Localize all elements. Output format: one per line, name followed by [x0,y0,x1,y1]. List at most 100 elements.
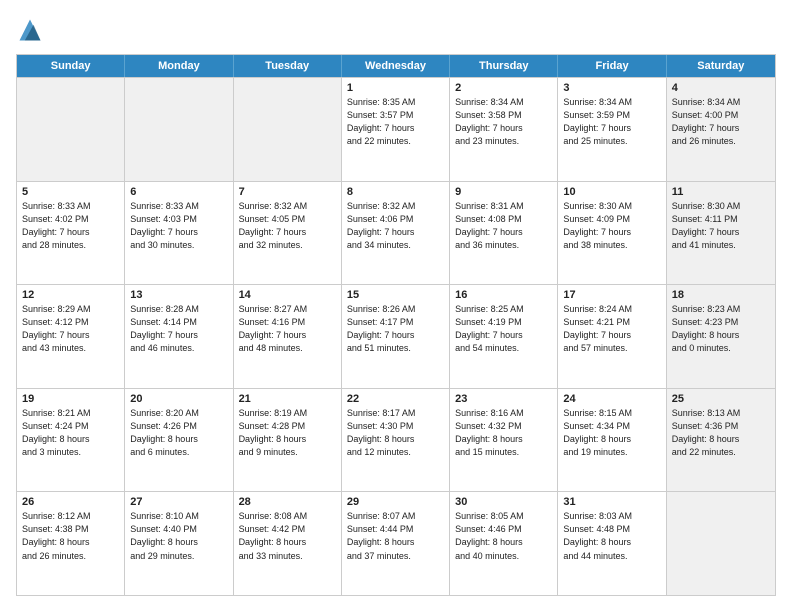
day-cell-30: 30 Sunrise: 8:05 AM Sunset: 4:46 PM Dayli… [450,492,558,595]
cell-info: Sunrise: 8:10 AM Sunset: 4:40 PM Dayligh… [130,510,227,562]
week-row-2: 5 Sunrise: 8:33 AM Sunset: 4:02 PM Daylig… [17,181,775,285]
day-cell-19: 19Sunrise: 8:21 AM Sunset: 4:24 PM Dayli… [17,389,125,492]
week-row-3: 12 Sunrise: 8:29 AM Sunset: 4:12 PM Dayli… [17,284,775,388]
day-cell-14: 14 Sunrise: 8:27 AM Sunset: 4:16 PM Dayli… [234,285,342,388]
day-number: 3 [563,82,660,94]
day-number: 14 [239,289,336,301]
day-cell-26: 26 Sunrise: 8:12 AM Sunset: 4:38 PM Dayli… [17,492,125,595]
cell-info: Sunrise: 8:15 AM Sunset: 4:34 PM Dayligh… [563,407,660,459]
day-number: 21 [239,393,336,405]
day-number: 17 [563,289,660,301]
day-number: 22 [347,393,444,405]
day-number: 2 [455,82,552,94]
cell-info: Sunrise: 8:34 AM Sunset: 3:58 PM Dayligh… [455,96,552,148]
cell-info: Sunrise: 8:25 AM Sunset: 4:19 PM Dayligh… [455,303,552,355]
day-cell-4: 4 Sunrise: 8:34 AM Sunset: 4:00 PM Daylig… [667,78,775,181]
day-number: 1 [347,82,444,94]
header [16,16,776,44]
cell-info: Sunrise: 8:03 AM Sunset: 4:48 PM Dayligh… [563,510,660,562]
cell-info: Sunrise: 8:35 AM Sunset: 3:57 PM Dayligh… [347,96,444,148]
day-cell-27: 27 Sunrise: 8:10 AM Sunset: 4:40 PM Dayli… [125,492,233,595]
day-cell-6: 6Sunrise: 8:33 AM Sunset: 4:03 PM Daylig… [125,182,233,285]
day-cell-20: 20 Sunrise: 8:20 AM Sunset: 4:26 PM Dayli… [125,389,233,492]
day-cell-17: 17 Sunrise: 8:24 AM Sunset: 4:21 PM Dayli… [558,285,666,388]
day-cell-5: 5 Sunrise: 8:33 AM Sunset: 4:02 PM Daylig… [17,182,125,285]
day-number: 31 [563,496,660,508]
cell-info: Sunrise: 8:20 AM Sunset: 4:26 PM Dayligh… [130,407,227,459]
day-cell-21: 21 Sunrise: 8:19 AM Sunset: 4:28 PM Dayli… [234,389,342,492]
cell-info: Sunrise: 8:27 AM Sunset: 4:16 PM Dayligh… [239,303,336,355]
day-cell-24: 24Sunrise: 8:15 AM Sunset: 4:34 PM Dayli… [558,389,666,492]
header-day-thursday: Thursday [450,55,558,77]
empty-cell [17,78,125,181]
header-day-sunday: Sunday [17,55,125,77]
header-day-friday: Friday [558,55,666,77]
day-cell-8: 8 Sunrise: 8:32 AM Sunset: 4:06 PM Daylig… [342,182,450,285]
day-number: 5 [22,186,119,198]
header-day-monday: Monday [125,55,233,77]
calendar-body: 1 Sunrise: 8:35 AM Sunset: 3:57 PM Daylig… [17,77,775,595]
day-number: 8 [347,186,444,198]
header-day-saturday: Saturday [667,55,775,77]
day-number: 15 [347,289,444,301]
cell-info: Sunrise: 8:30 AM Sunset: 4:11 PM Dayligh… [672,200,770,252]
day-cell-9: 9 Sunrise: 8:31 AM Sunset: 4:08 PM Daylig… [450,182,558,285]
day-number: 26 [22,496,119,508]
day-cell-16: 16 Sunrise: 8:25 AM Sunset: 4:19 PM Dayli… [450,285,558,388]
cell-info: Sunrise: 8:07 AM Sunset: 4:44 PM Dayligh… [347,510,444,562]
day-number: 27 [130,496,227,508]
day-cell-22: 22 Sunrise: 8:17 AM Sunset: 4:30 PM Dayli… [342,389,450,492]
cell-info: Sunrise: 8:33 AM Sunset: 4:02 PM Dayligh… [22,200,119,252]
day-number: 9 [455,186,552,198]
empty-cell [234,78,342,181]
cell-info: Sunrise: 8:34 AM Sunset: 4:00 PM Dayligh… [672,96,770,148]
day-cell-23: 23 Sunrise: 8:16 AM Sunset: 4:32 PM Dayli… [450,389,558,492]
day-number: 11 [672,186,770,198]
day-cell-28: 28 Sunrise: 8:08 AM Sunset: 4:42 PM Dayli… [234,492,342,595]
day-number: 23 [455,393,552,405]
day-cell-18: 18Sunrise: 8:23 AM Sunset: 4:23 PM Dayli… [667,285,775,388]
cell-info: Sunrise: 8:26 AM Sunset: 4:17 PM Dayligh… [347,303,444,355]
header-day-tuesday: Tuesday [234,55,342,77]
day-number: 4 [672,82,770,94]
cell-info: Sunrise: 8:24 AM Sunset: 4:21 PM Dayligh… [563,303,660,355]
day-cell-3: 3 Sunrise: 8:34 AM Sunset: 3:59 PM Daylig… [558,78,666,181]
cell-info: Sunrise: 8:21 AM Sunset: 4:24 PM Dayligh… [22,407,119,459]
page: SundayMondayTuesdayWednesdayThursdayFrid… [0,0,792,612]
week-row-5: 26 Sunrise: 8:12 AM Sunset: 4:38 PM Dayli… [17,491,775,595]
day-cell-12: 12 Sunrise: 8:29 AM Sunset: 4:12 PM Dayli… [17,285,125,388]
week-row-4: 19Sunrise: 8:21 AM Sunset: 4:24 PM Dayli… [17,388,775,492]
day-cell-7: 7Sunrise: 8:32 AM Sunset: 4:05 PM Daylig… [234,182,342,285]
calendar: SundayMondayTuesdayWednesdayThursdayFrid… [16,54,776,596]
day-cell-1: 1 Sunrise: 8:35 AM Sunset: 3:57 PM Daylig… [342,78,450,181]
week-row-1: 1 Sunrise: 8:35 AM Sunset: 3:57 PM Daylig… [17,77,775,181]
cell-info: Sunrise: 8:17 AM Sunset: 4:30 PM Dayligh… [347,407,444,459]
cell-info: Sunrise: 8:08 AM Sunset: 4:42 PM Dayligh… [239,510,336,562]
cell-info: Sunrise: 8:34 AM Sunset: 3:59 PM Dayligh… [563,96,660,148]
cell-info: Sunrise: 8:29 AM Sunset: 4:12 PM Dayligh… [22,303,119,355]
day-number: 7 [239,186,336,198]
day-number: 18 [672,289,770,301]
day-cell-15: 15 Sunrise: 8:26 AM Sunset: 4:17 PM Dayli… [342,285,450,388]
day-number: 20 [130,393,227,405]
cell-info: Sunrise: 8:13 AM Sunset: 4:36 PM Dayligh… [672,407,770,459]
cell-info: Sunrise: 8:16 AM Sunset: 4:32 PM Dayligh… [455,407,552,459]
cell-info: Sunrise: 8:28 AM Sunset: 4:14 PM Dayligh… [130,303,227,355]
calendar-header: SundayMondayTuesdayWednesdayThursdayFrid… [17,55,775,77]
day-cell-10: 10Sunrise: 8:30 AM Sunset: 4:09 PM Dayli… [558,182,666,285]
day-number: 25 [672,393,770,405]
day-cell-2: 2 Sunrise: 8:34 AM Sunset: 3:58 PM Daylig… [450,78,558,181]
day-number: 10 [563,186,660,198]
day-number: 16 [455,289,552,301]
cell-info: Sunrise: 8:12 AM Sunset: 4:38 PM Dayligh… [22,510,119,562]
day-number: 28 [239,496,336,508]
cell-info: Sunrise: 8:05 AM Sunset: 4:46 PM Dayligh… [455,510,552,562]
day-cell-11: 11 Sunrise: 8:30 AM Sunset: 4:11 PM Dayli… [667,182,775,285]
cell-info: Sunrise: 8:33 AM Sunset: 4:03 PM Dayligh… [130,200,227,252]
cell-info: Sunrise: 8:32 AM Sunset: 4:06 PM Dayligh… [347,200,444,252]
cell-info: Sunrise: 8:31 AM Sunset: 4:08 PM Dayligh… [455,200,552,252]
day-number: 12 [22,289,119,301]
cell-info: Sunrise: 8:19 AM Sunset: 4:28 PM Dayligh… [239,407,336,459]
day-number: 30 [455,496,552,508]
logo-icon [16,16,44,44]
